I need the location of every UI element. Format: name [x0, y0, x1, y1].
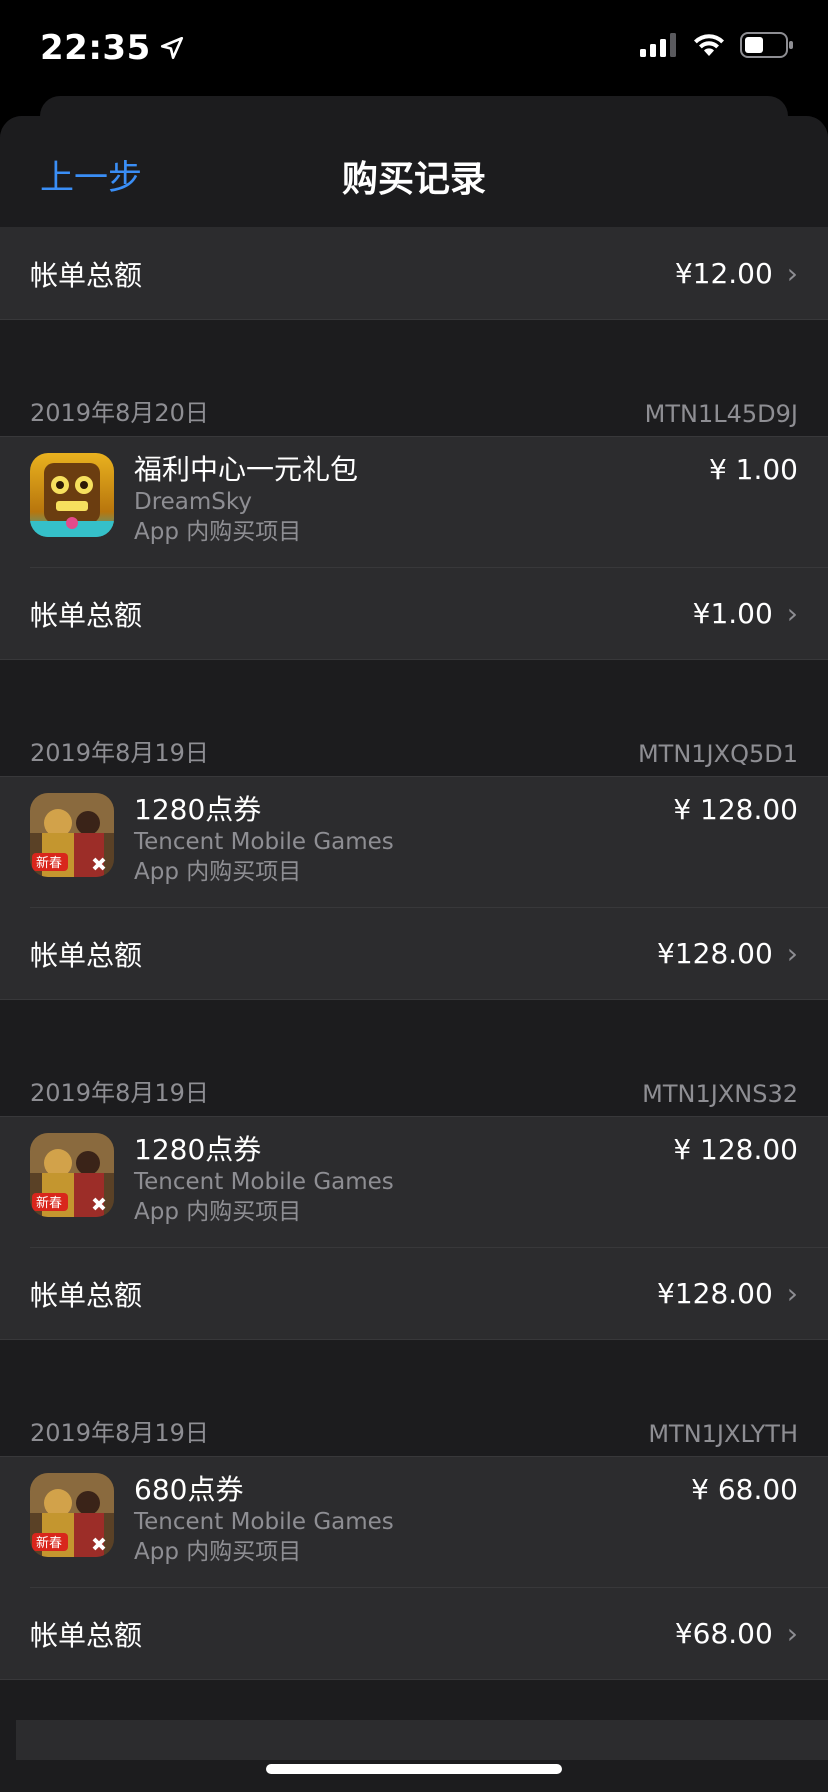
- item-price: ¥ 128.00: [673, 1133, 798, 1166]
- cellular-signal-icon: [640, 33, 676, 57]
- location-arrow-icon: [160, 36, 183, 60]
- svg-text:新春: 新春: [36, 1535, 62, 1551]
- item-title: 680点券: [134, 1473, 244, 1506]
- bill-total-row[interactable]: 帐单总额 ¥68.00 ›: [0, 1588, 828, 1680]
- item-developer: Tencent Mobile Games: [134, 829, 394, 855]
- bill-total-amount: ¥12.00: [674, 257, 773, 290]
- item-price: ¥ 1.00: [708, 453, 798, 486]
- bill-total-value: ¥12.00 ›: [675, 257, 798, 290]
- chevron-right-icon: ›: [786, 1617, 798, 1650]
- purchase-item-row[interactable]: 新春 1280点券 Tencent Mobile Games App 内购买项目…: [0, 1116, 828, 1248]
- purchase-item-row[interactable]: 新春 1280点券 Tencent Mobile Games App 内购买项目…: [0, 776, 828, 908]
- item-type: App 内购买项目: [134, 1199, 302, 1225]
- order-date: 2019年8月19日: [30, 739, 209, 767]
- item-price: ¥ 68.00: [691, 1473, 798, 1506]
- item-details: 1280点券 Tencent Mobile Games App 内购买项目: [134, 1133, 673, 1248]
- pubg-mobile-app-icon: 新春: [30, 1473, 114, 1557]
- order-header: 2019年8月19日 MTN1JXNS32: [0, 1070, 828, 1116]
- svg-text:新春: 新春: [36, 855, 62, 871]
- order-id: MTN1JXNS32: [642, 1080, 798, 1108]
- purchase-list: 帐单总额 ¥12.00 › 2019年8月20日 MTN1L45D9J 福利中心…: [0, 228, 828, 1680]
- screen: 22:35 购买记录 上一步 帐单总额 ¥12.00 › 2019年8月20日 …: [0, 0, 828, 1792]
- purchase-item-row[interactable]: 福利中心一元礼包 DreamSky App 内购买项目 ¥ 1.00: [0, 436, 828, 568]
- item-title: 1280点券: [134, 793, 262, 826]
- status-time: 22:35: [40, 28, 185, 68]
- order-header: 2019年8月19日 MTN1JXLYTH: [0, 1410, 828, 1456]
- bill-total-value: ¥1.00 ›: [693, 597, 798, 630]
- purchase-history-sheet: 购买记录 上一步 帐单总额 ¥12.00 › 2019年8月20日 MTN1L4…: [0, 116, 828, 1792]
- bill-total-row[interactable]: 帐单总额 ¥128.00 ›: [0, 1248, 828, 1340]
- item-price: ¥ 128.00: [673, 793, 798, 826]
- status-bar: 22:35: [0, 0, 828, 100]
- chevron-right-icon: ›: [786, 257, 798, 290]
- item-type: App 内购买项目: [134, 1539, 302, 1565]
- bill-total-amount: ¥128.00: [657, 1277, 773, 1310]
- bill-total-value: ¥128.00 ›: [657, 937, 798, 970]
- bill-total-amount: ¥128.00: [657, 937, 773, 970]
- order-header: 2019年8月20日 MTN1L45D9J: [0, 390, 828, 436]
- item-title: 1280点券: [134, 1133, 262, 1166]
- bill-total-amount: ¥68.00: [674, 1617, 773, 1650]
- bill-total-label: 帐单总额: [30, 258, 143, 292]
- item-developer: Tencent Mobile Games: [134, 1509, 394, 1535]
- status-time-text: 22:35: [40, 28, 151, 68]
- order-id: MTN1JXLYTH: [648, 1420, 798, 1448]
- bill-total-label: 帐单总额: [30, 1618, 143, 1652]
- bill-total-row[interactable]: 帐单总额 ¥128.00 ›: [0, 908, 828, 1000]
- chevron-right-icon: ›: [786, 597, 798, 630]
- bill-total-label: 帐单总额: [30, 1278, 143, 1312]
- order-date: 2019年8月19日: [30, 1079, 209, 1107]
- next-section-peek: [16, 1720, 828, 1760]
- battery-icon: [740, 32, 793, 58]
- wifi-icon: [694, 34, 724, 56]
- item-details: 680点券 Tencent Mobile Games App 内购买项目: [134, 1473, 691, 1588]
- item-developer: DreamSky: [134, 489, 253, 515]
- order-id: MTN1L45D9J: [644, 400, 798, 428]
- bill-total-amount: ¥1.00: [692, 597, 773, 630]
- item-developer: Tencent Mobile Games: [134, 1169, 394, 1195]
- order-header: 2019年8月19日 MTN1JXQ5D1: [0, 730, 828, 776]
- temple-run-app-icon: [30, 453, 114, 537]
- chevron-right-icon: ›: [786, 937, 798, 970]
- status-icons: [640, 32, 794, 58]
- item-title: 福利中心一元礼包: [134, 453, 359, 486]
- bill-total-label: 帐单总额: [30, 598, 143, 632]
- order-id: MTN1JXQ5D1: [637, 740, 798, 768]
- item-details: 福利中心一元礼包 DreamSky App 内购买项目: [134, 453, 709, 568]
- purchase-item-row[interactable]: 新春 680点券 Tencent Mobile Games App 内购买项目 …: [0, 1456, 828, 1588]
- order-date: 2019年8月19日: [30, 1419, 209, 1447]
- item-type: App 内购买项目: [134, 519, 302, 545]
- item-details: 1280点券 Tencent Mobile Games App 内购买项目: [134, 793, 673, 908]
- navigation-bar: 购买记录 上一步: [0, 116, 828, 228]
- bill-total-label: 帐单总额: [30, 938, 143, 972]
- svg-text:新春: 新春: [36, 1195, 62, 1211]
- order-date: 2019年8月20日: [30, 399, 209, 427]
- back-button[interactable]: 上一步: [40, 150, 142, 199]
- bill-total-value: ¥128.00 ›: [657, 1277, 798, 1310]
- bill-total-row[interactable]: 帐单总额 ¥12.00 ›: [0, 228, 828, 320]
- bill-total-row[interactable]: 帐单总额 ¥1.00 ›: [0, 568, 828, 660]
- pubg-mobile-app-icon: 新春: [30, 1133, 114, 1217]
- pubg-mobile-app-icon: 新春: [30, 793, 114, 877]
- home-indicator[interactable]: [266, 1764, 562, 1774]
- chevron-right-icon: ›: [786, 1277, 798, 1310]
- item-type: App 内购买项目: [134, 859, 302, 885]
- bill-total-value: ¥68.00 ›: [675, 1617, 798, 1650]
